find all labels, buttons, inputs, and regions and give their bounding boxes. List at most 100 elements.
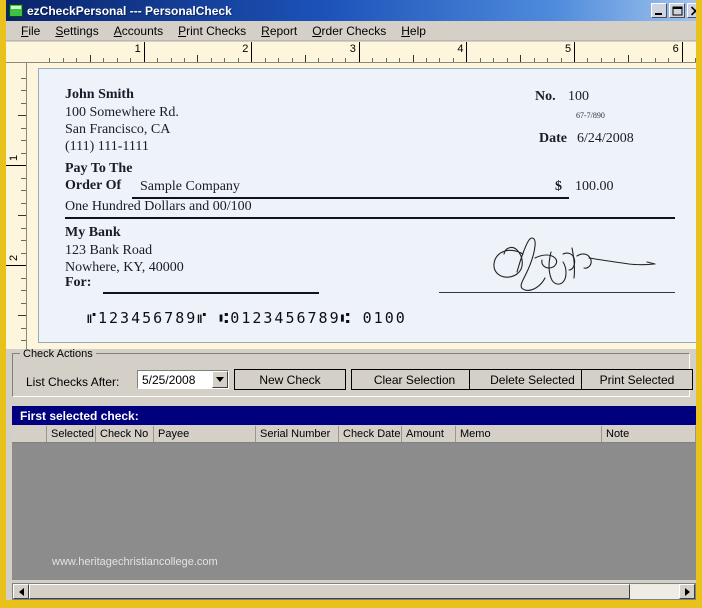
ruler-minor-tick [292, 58, 293, 62]
amount-value[interactable]: 100.00 [575, 179, 614, 195]
menu-item-help-rest: elp [410, 24, 426, 38]
order-of-label: Order Of [65, 178, 121, 194]
ruler-number: 6 [673, 43, 679, 55]
vruler-minor-tick [21, 153, 26, 154]
vruler-minor-tick [21, 190, 26, 191]
menu-item-order-checks-rest: rder Checks [322, 24, 387, 38]
ruler-major-tick [574, 42, 575, 63]
vruler-minor-tick [21, 90, 26, 91]
ruler-minor-tick [655, 58, 656, 62]
ruler-number: 2 [242, 43, 248, 55]
horizontal-ruler: 123456 [6, 42, 702, 63]
check-number-label: No. [535, 89, 556, 105]
ruler-minor-tick [103, 58, 104, 62]
payer-phone: (111) 111-1111 [65, 139, 149, 155]
vruler-minor-tick [21, 328, 26, 329]
menu-item-settings[interactable]: Settings [48, 23, 106, 39]
ruler-major-tick [359, 42, 360, 63]
ruler-number: 5 [565, 43, 571, 55]
ruler-minor-tick [587, 58, 588, 62]
list-checks-after-dropdown[interactable]: 5/25/2008 [137, 370, 229, 389]
clear-selection-button[interactable]: Clear Selection [351, 369, 478, 390]
maximize-button[interactable] [669, 3, 685, 18]
amount-words-rule [65, 217, 675, 219]
menu-item-report[interactable]: Report [254, 23, 305, 39]
check-document[interactable]: John Smith 100 Somewhere Rd. San Francis… [38, 68, 698, 343]
bank-address-line2: Nowhere, KY, 40000 [65, 260, 184, 276]
scroll-left-button[interactable] [13, 584, 29, 599]
ruler-mid-tick [520, 55, 521, 62]
amount-in-words[interactable]: One Hundred Dollars and 00/100 [65, 199, 252, 215]
vruler-minor-tick [21, 303, 26, 304]
ruler-minor-tick [668, 58, 669, 62]
check-date-value[interactable]: 6/24/2008 [577, 131, 634, 147]
menu-item-print-checks-rest: rint Checks [186, 24, 246, 38]
ruler-minor-tick [561, 58, 562, 62]
scrollbar-thumb[interactable] [29, 584, 630, 599]
print-selected-button[interactable]: Print Selected [581, 369, 693, 390]
delete-selected-button[interactable]: Delete Selected [469, 369, 596, 390]
grid-column-header-note[interactable]: Note [602, 426, 696, 442]
horizontal-scrollbar[interactable] [12, 583, 696, 600]
check-grid-body[interactable]: www.heritagechristiancollege.com [12, 443, 696, 580]
vruler-minor-tick [21, 140, 26, 141]
ruler-minor-tick [439, 58, 440, 62]
grid-column-header-payee[interactable]: Payee [154, 426, 256, 442]
chevron-down-icon[interactable] [212, 371, 228, 388]
ruler-minor-tick [641, 58, 642, 62]
grid-column-header-selected[interactable]: Selected [47, 426, 96, 442]
vruler-number: 1 [8, 155, 20, 161]
payee-value[interactable]: Sample Company [140, 179, 240, 195]
routing-fraction: 67-7/890 [576, 111, 605, 120]
ruler-mid-tick [305, 55, 306, 62]
new-check-button[interactable]: New Check [234, 369, 346, 390]
vruler-mid-tick [18, 215, 26, 216]
grid-column-header-memo[interactable]: Memo [456, 426, 602, 442]
ruler-minor-tick [238, 58, 239, 62]
ruler-minor-tick [76, 58, 77, 62]
scroll-right-button[interactable] [679, 584, 695, 599]
payer-name: John Smith [65, 87, 134, 103]
watermark-text: www.heritagechristiancollege.com [52, 556, 218, 568]
handwritten-signature-icon [479, 224, 669, 294]
check-grid-header: SelectedCheck NoPayeeSerial NumberCheck … [12, 426, 696, 443]
grid-column-header-check-no[interactable]: Check No [96, 426, 154, 442]
grid-column-header-check-date[interactable]: Check Date [339, 426, 402, 442]
ruler-major-tick [251, 42, 252, 63]
vruler-minor-tick [21, 278, 26, 279]
ruler-minor-tick [372, 58, 373, 62]
title-bar: ezCheckPersonal --- PersonalCheck [6, 0, 702, 21]
ruler-minor-tick [534, 58, 535, 62]
check-number-value[interactable]: 100 [568, 89, 589, 105]
check-canvas[interactable]: John Smith 100 Somewhere Rd. San Francis… [27, 63, 702, 349]
bank-name: My Bank [65, 225, 121, 241]
menu-item-order-checks[interactable]: Order Checks [305, 23, 394, 39]
vruler-minor-tick [21, 240, 26, 241]
vruler-major-tick [6, 265, 27, 266]
ruler-minor-tick [184, 58, 185, 62]
grid-column-header-serial-number[interactable]: Serial Number [256, 426, 339, 442]
check-actions-title: Check Actions [20, 349, 96, 360]
first-selected-check-band: First selected check: [12, 406, 696, 425]
ruler-minor-tick [171, 58, 172, 62]
ruler-mid-tick [628, 55, 629, 62]
list-checks-after-value: 5/25/2008 [138, 373, 195, 387]
vruler-minor-tick [21, 128, 26, 129]
ruler-major-tick [466, 42, 467, 63]
ruler-minor-tick [278, 58, 279, 62]
grid-column-header-amount[interactable]: Amount [402, 426, 456, 442]
vruler-minor-tick [21, 290, 26, 291]
menu-item-help[interactable]: Help [394, 23, 434, 39]
menu-item-print-checks[interactable]: Print Checks [171, 23, 254, 39]
ruler-minor-tick [493, 58, 494, 62]
left-frame-spacer [6, 349, 12, 600]
scrollbar-track[interactable] [630, 584, 679, 599]
menu-item-accounts[interactable]: Accounts [107, 23, 171, 39]
minimize-button[interactable] [651, 3, 667, 18]
vruler-mid-tick [18, 315, 26, 316]
ruler-mid-tick [90, 55, 91, 62]
ruler-minor-tick [601, 58, 602, 62]
close-button[interactable] [687, 3, 702, 18]
menu-item-file[interactable]: File [14, 23, 48, 39]
vertical-ruler: 12 [6, 63, 27, 349]
